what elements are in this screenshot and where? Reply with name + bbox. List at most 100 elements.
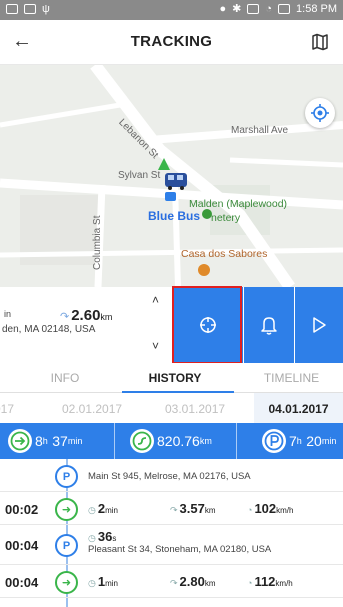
app-bar: ← TRACKING [0,20,343,65]
speed-icon: ◔ [247,505,253,515]
play-route-button[interactable] [295,287,343,363]
date-item[interactable]: 02.01.2017 [62,402,122,416]
my-location-icon [311,104,329,122]
date-item-selected[interactable]: 04.01.2017 [254,393,343,423]
stop-duration-value: 36 [97,529,113,544]
tab-history[interactable]: HISTORY [120,371,230,385]
trip-speed: ◔ 102km/h [247,501,293,516]
trip-speed-unit: km/h [276,506,294,515]
trip-distance-value: 2.80 [179,574,205,589]
tab-bar: INFO HISTORY TIMELINE [0,363,343,393]
trip-speed-value: 102 [254,501,277,516]
clock-icon: ◷ [88,533,96,543]
parking-node-icon: P [55,534,78,557]
route-small-icon: ↷ [170,505,178,515]
trip-speed-unit: km/h [275,579,293,588]
trip-duration-unit: min [105,506,118,515]
history-row-parking[interactable]: P Main St 945, Melrose, MA 02176, USA [0,459,343,492]
stop-duration: ◷ 36s [88,529,116,544]
driving-minutes-unit: min [67,436,83,446]
vibrate-icon [247,4,260,14]
status-bar: ψ ● ✱ ◔ 1:58 PM [0,0,343,20]
battery-icon [278,4,291,14]
poi-label-restaurant: Casa dos Sabores [181,248,268,260]
street-label-columbia: Columbia St [92,215,103,270]
street-label-marshall: Marshall Ave [231,125,289,136]
map-canvas [0,65,343,287]
stop-address: Main St 945, Melrose, MA 02176, USA [88,471,251,482]
chevron-up-icon[interactable]: ˄ [152,293,159,307]
date-item[interactable]: 017 [0,402,14,416]
history-row-trip[interactable]: 00:02 ➜ ◷ 2min ↷ 3.57km ◔ 102km/h [0,492,343,525]
poi-label-cemetery: Malden (Maplewood) [189,198,288,210]
parking-icon [262,429,286,453]
route-icon [130,429,154,453]
parking-hours-unit: h [296,436,302,446]
parking-node-icon: P [55,465,78,488]
history-row-parking[interactable]: 00:04 P ◷ 36s Pleasant St 34, Stoneham, M… [0,525,343,565]
status-time: 1:58 PM [296,3,337,15]
trip-distance-value: 3.57 [179,501,205,516]
history-list: P Main St 945, Melrose, MA 02176, USA 00… [0,459,343,607]
bell-icon [261,317,277,335]
bluetooth-icon: ✱ [232,3,242,15]
parking-minutes: 20 [306,433,322,449]
stop-address: Pleasant St 34, Stoneham, MA 02180, USA [88,544,272,555]
summary-divider [236,423,237,459]
map-view[interactable]: Lebanon St Marshall Ave Sylvan St Columb… [0,65,343,287]
parking-hours: 7 [289,433,297,449]
wifi-icon: ◔ [265,3,273,15]
route-small-icon: ↷ [170,578,178,588]
driving-hours: 8 [35,433,43,449]
trip-duration-unit: min [105,579,118,588]
distance-value: ↷ 2.60km [60,307,112,324]
play-icon [313,317,326,333]
locate-button[interactable] [305,98,335,128]
map-icon[interactable] [311,33,329,51]
distance-summary: 820.76 km [130,423,212,459]
stop-duration-unit: s [112,534,117,543]
trip-distance-unit: km [204,579,216,588]
trip-distance-unit: km [204,506,216,515]
vehicle-label: Blue Bus [148,209,201,223]
date-item[interactable]: 03.01.2017 [165,402,225,416]
restaurant-marker[interactable] [198,264,210,276]
speed-icon: ◔ [247,578,253,588]
tab-timeline[interactable]: TIMELINE [240,371,343,385]
summary-divider [114,423,115,459]
event-time: 00:02 [5,502,39,517]
trip-speed: ◔ 112km/h [247,574,293,589]
alerts-button[interactable] [244,287,294,363]
usb-icon: ψ [42,3,50,15]
parking-time-summary: 7h 20 min [262,423,336,459]
duration-fragment: in [4,309,12,319]
highlight-box [172,286,242,364]
trip-duration-value: 2 [97,501,106,516]
trip-node-icon: ➜ [55,498,78,521]
trip-node-icon: ➜ [55,571,78,594]
driving-minutes: 37 [52,433,68,449]
trip-duration: ◷ 1min [88,574,118,589]
trip-duration-value: 1 [97,574,106,589]
vehicle-address: den, MA 02148, USA [2,324,96,335]
clock-icon: ◷ [88,505,96,515]
chevron-down-icon[interactable]: ˅ [152,339,159,353]
trip-distance: ↷ 3.57km [170,501,216,516]
history-summary-bar: 8h 37 min 820.76 km 7h 20 min [0,423,343,459]
history-row-trip[interactable]: 00:04 ➜ ◷ 1min ↷ 2.80km ◔ 112km/h [0,565,343,598]
event-time: 00:04 [5,575,39,590]
trip-duration: ◷ 2min [88,501,118,516]
event-time: 00:04 [5,538,39,553]
location-icon: ● [219,3,227,15]
distance-unit: km [100,312,113,322]
poi-label-cemetery-suffix: netery [211,212,241,224]
total-distance: 820.76 [157,433,200,449]
tab-info[interactable]: INFO [0,371,130,385]
driving-hours-unit: h [42,436,48,446]
clock-icon: ◷ [88,578,96,588]
street-label-sylvan: Sylvan St [118,170,161,181]
page-title: TRACKING [130,33,213,50]
total-distance-unit: km [199,436,212,446]
parking-minutes-unit: min [321,436,337,446]
distance-number: 2.60 [71,307,101,324]
